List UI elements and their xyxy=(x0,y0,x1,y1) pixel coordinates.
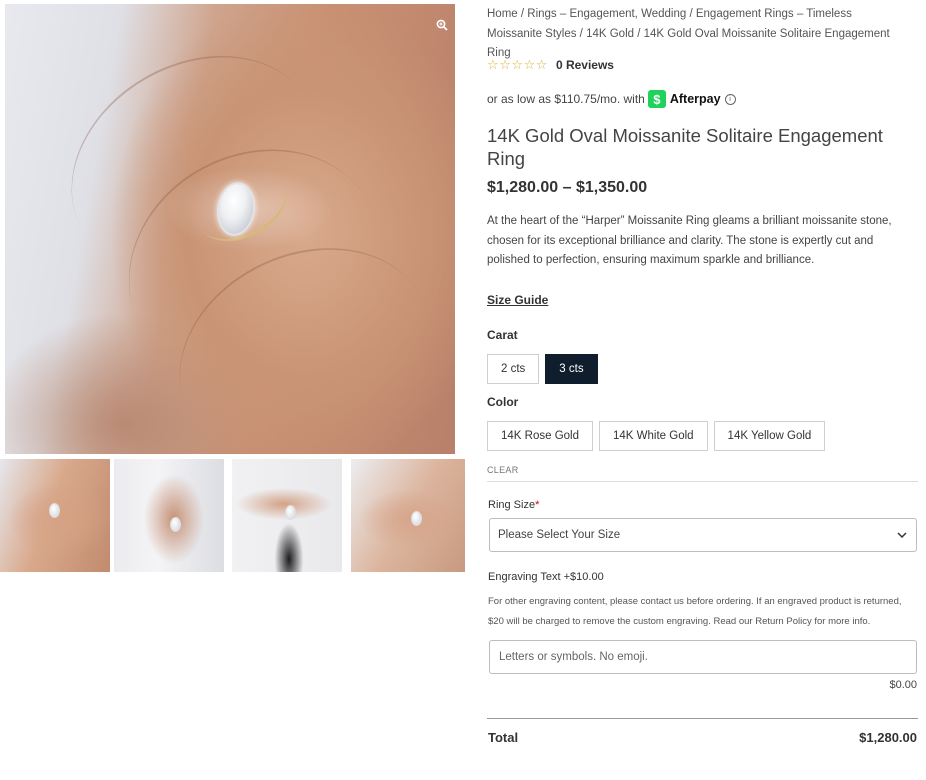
ring-size-label-text: Ring Size xyxy=(488,499,536,511)
total-value: $1,280.00 xyxy=(859,730,917,745)
color-option-rose-gold[interactable]: 14K Rose Gold xyxy=(487,421,593,451)
star-empty-icon: ☆ xyxy=(511,57,524,72)
thumbnail-2[interactable] xyxy=(114,459,224,572)
product-title: 14K Gold Oval Moissanite Solitaire Engag… xyxy=(487,125,883,169)
info-icon[interactable]: i xyxy=(724,93,736,105)
carat-options: 2 cts 3 cts xyxy=(487,354,598,384)
carat-label: Carat xyxy=(487,328,518,342)
color-options: 14K Rose Gold 14K White Gold 14K Yellow … xyxy=(487,421,826,451)
afterpay-text: or as low as $110.75/mo. with xyxy=(487,92,645,106)
ring-size-select[interactable]: Please Select Your Size xyxy=(489,518,917,552)
breadcrumb-home[interactable]: Home xyxy=(487,8,518,20)
carat-option-3cts[interactable]: 3 cts xyxy=(545,354,598,384)
thumbnail-stone xyxy=(285,505,296,520)
total-label: Total xyxy=(488,730,519,745)
breadcrumb-rings[interactable]: Rings – Engagement, Wedding xyxy=(527,8,686,20)
thumbnail-stone xyxy=(411,511,422,526)
breadcrumb: Home / Rings – Engagement, Wedding / Eng… xyxy=(487,5,907,64)
star-empty-icon: ☆ xyxy=(487,57,499,72)
divider xyxy=(487,718,918,719)
engraving-note: For other engraving content, please cont… xyxy=(488,596,902,627)
clear-selection-link[interactable]: CLEAR xyxy=(487,465,519,475)
color-option-white-gold[interactable]: 14K White Gold xyxy=(599,421,708,451)
color-label: Color xyxy=(487,395,519,409)
star-empty-icon: ☆ xyxy=(499,57,511,72)
breadcrumb-separator: / xyxy=(517,8,528,20)
color-option-yellow-gold[interactable]: 14K Yellow Gold xyxy=(713,421,826,451)
chevron-down-icon xyxy=(897,532,907,539)
reviews-count[interactable]: 0 Reviews xyxy=(556,58,614,72)
thumbnail-stone xyxy=(49,503,60,518)
thumbnail-stone xyxy=(170,517,181,532)
main-product-image[interactable] xyxy=(5,4,455,454)
divider xyxy=(487,481,918,482)
star-empty-icon: ☆ xyxy=(523,57,536,72)
carat-option-2cts[interactable]: 2 cts xyxy=(487,354,540,384)
afterpay-logo-icon: $ xyxy=(647,90,666,108)
thumbnail-strip xyxy=(0,459,466,573)
breadcrumb-separator: / xyxy=(576,27,587,40)
engraving-input[interactable] xyxy=(489,640,917,674)
breadcrumb-separator: / xyxy=(634,27,644,40)
product-description: At the heart of the “Harper” Moissanite … xyxy=(487,215,892,266)
ring-size-label: Ring Size* xyxy=(488,499,539,511)
engraving-price: $0.00 xyxy=(889,679,917,691)
zoom-icon[interactable] xyxy=(431,14,453,36)
size-guide-link[interactable]: Size Guide xyxy=(487,293,548,307)
engraving-label: Engraving Text +$10.00 xyxy=(488,571,604,583)
star-empty-icon: ☆ xyxy=(535,57,548,72)
breadcrumb-14k-gold[interactable]: 14K Gold xyxy=(586,28,634,40)
thumbnail-4[interactable] xyxy=(351,459,465,572)
afterpay-installments: or as low as $110.75/mo. with $ Afterpay… xyxy=(487,90,736,108)
ring-size-value: Please Select Your Size xyxy=(498,529,621,541)
star-rating[interactable]: ☆ ☆ ☆ ☆ ☆ 0 Reviews xyxy=(487,57,614,73)
thumbnail-1[interactable] xyxy=(0,459,110,572)
required-mark: * xyxy=(535,499,540,511)
thumbnail-3[interactable] xyxy=(232,459,342,572)
afterpay-name: Afterpay xyxy=(669,92,721,106)
product-price: $1,280.00 – $1,350.00 xyxy=(487,179,648,196)
breadcrumb-separator: / xyxy=(686,8,696,20)
